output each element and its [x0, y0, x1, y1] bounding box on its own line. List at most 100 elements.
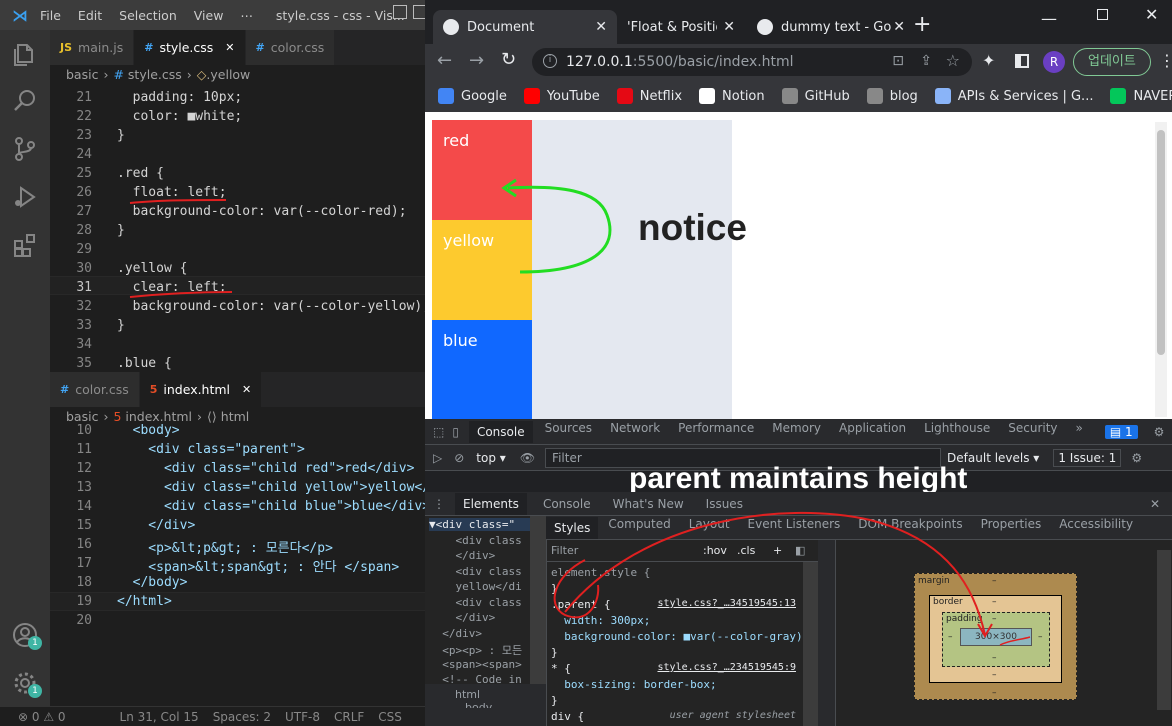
styles-subtab[interactable]: Accessibility [1059, 517, 1133, 539]
close-icon[interactable]: ✕ [242, 383, 251, 396]
extensions-icon[interactable] [12, 232, 38, 258]
bookmark-item[interactable]: GitHub [781, 88, 850, 104]
bookmark-item[interactable]: Netflix [616, 88, 682, 104]
menu-edit[interactable]: Edit [78, 8, 102, 23]
style-rule-line[interactable]: } [551, 694, 558, 707]
styles-filter-input[interactable]: Filter [551, 544, 578, 557]
inspect-icon[interactable]: ⬚ [433, 425, 444, 439]
crumb-body[interactable]: body [465, 701, 492, 708]
devtools-tab[interactable]: Lighthouse [924, 421, 990, 443]
drawer-tab-elements[interactable]: Elements [455, 492, 527, 515]
tab-main-js[interactable]: JS main.js [50, 30, 135, 65]
devtools-settings-icon[interactable]: ⚙ [1154, 425, 1165, 439]
style-rule-line[interactable]: div { [551, 710, 584, 723]
bookmark-item[interactable]: Notion [699, 88, 765, 104]
messages-badge[interactable]: ▤ 1 [1104, 424, 1138, 439]
scrollbar-thumb[interactable] [1157, 130, 1165, 355]
dom-node-line[interactable]: <div class [429, 534, 521, 547]
update-button[interactable]: 업데이트 [1073, 48, 1151, 76]
context-select[interactable]: top ▾ [476, 451, 506, 465]
browser-tab-dummy-text[interactable]: dummy text - Go ✕ [747, 10, 915, 44]
code-area[interactable]: 10 <body> 11 <div class="parent"> 12 <div … [50, 421, 425, 706]
devtools-tab[interactable]: Security [1008, 421, 1057, 443]
language-mode[interactable]: CSS [378, 710, 402, 724]
dom-node-line[interactable]: </div> [429, 627, 482, 640]
hover-state-toggle[interactable]: :hov [703, 544, 727, 557]
elements-tree[interactable]: ▼<div class=" <div class </div> <div cla… [425, 516, 546, 708]
new-tab-button[interactable]: + [913, 12, 931, 37]
crumb-html[interactable]: html [455, 688, 480, 701]
drawer-menu-icon[interactable]: ⋮ [433, 497, 445, 511]
close-tab-icon[interactable]: ✕ [893, 19, 905, 35]
minimize-icon[interactable]: — [1041, 9, 1057, 28]
site-info-icon[interactable]: i [543, 54, 557, 68]
tab-index-html[interactable]: 5 index.html ✕ [139, 372, 263, 407]
translate-icon[interactable]: ⊡ [892, 53, 904, 69]
computed-toggle-icon[interactable]: ◧ [795, 544, 805, 557]
devtools-tab[interactable]: Network [610, 421, 660, 443]
menu-file[interactable]: File [40, 8, 61, 23]
browser-tab-float[interactable]: 'Float & Position' ✕ [617, 10, 745, 44]
reload-icon[interactable]: ↻ [501, 49, 516, 70]
drawer-tab-issues[interactable]: Issues [706, 497, 743, 511]
menu-kebab-icon[interactable]: ⋮ [1159, 51, 1172, 70]
dom-node-line[interactable]: </div> [429, 611, 495, 624]
bookmark-item[interactable]: APIs & Services | G... [934, 88, 1093, 104]
dom-node-line[interactable]: <p><p> : 모든 [429, 642, 522, 658]
encoding[interactable]: UTF-8 [285, 710, 320, 724]
close-tab-icon[interactable]: ✕ [723, 19, 735, 35]
menu-selection[interactable]: Selection [119, 8, 177, 23]
devtools-tab[interactable]: Performance [678, 421, 754, 443]
search-icon[interactable] [12, 88, 38, 114]
line-ending[interactable]: CRLF [334, 710, 364, 724]
styles-subtab[interactable]: Event Listeners [748, 517, 841, 539]
dom-node-line[interactable]: ▼<div class=" [429, 518, 534, 531]
problems-status[interactable]: ⊗ 0 ⚠ 0 [18, 710, 66, 724]
share-icon[interactable]: ⇪ [920, 53, 932, 69]
bookmark-star-icon[interactable]: ☆ [946, 51, 960, 70]
devtools-tab[interactable]: Console [468, 420, 533, 443]
elements-scrollbar[interactable] [530, 516, 546, 684]
styles-pane[interactable]: Filter :hov .cls + ◧ element.style {} .pa… [546, 540, 818, 726]
style-rule-line[interactable]: background-color: ■var(--color-gray); [551, 630, 809, 643]
drawer-tab-whats-new[interactable]: What's New [613, 497, 684, 511]
bookmark-item[interactable]: NAVER [1110, 88, 1172, 104]
clear-console-icon[interactable]: ⊘ [454, 451, 464, 465]
tab-style-css[interactable]: # style.css ✕ [134, 30, 246, 65]
devtools-tab[interactable]: Application [839, 421, 906, 443]
dom-node-line[interactable]: yellow</di [429, 580, 521, 593]
extensions-puzzle-icon[interactable]: ✦ [982, 51, 995, 70]
device-toolbar-icon[interactable]: ▯ [452, 425, 459, 439]
new-rule-icon[interactable]: + [773, 544, 782, 557]
style-rule-line[interactable]: box-sizing: border-box; [551, 678, 716, 691]
menu-more[interactable]: ⋯ [240, 8, 253, 23]
issues-counter[interactable]: 1 Issue: 1 [1053, 448, 1122, 467]
address-bar[interactable]: i 127.0.0.1:5500/basic/index.html ⊡ ⇪ ☆ [532, 48, 972, 76]
layout-icon[interactable] [393, 5, 407, 19]
styles-scrollbar[interactable] [803, 562, 818, 726]
profile-avatar[interactable]: R [1043, 51, 1065, 73]
source-control-icon[interactable] [12, 136, 38, 162]
devtools-tab[interactable]: Sources [545, 421, 592, 443]
forward-icon[interactable]: → [469, 50, 484, 71]
styles-subtab[interactable]: Computed [608, 517, 670, 539]
code-area[interactable]: 21 padding: 10px; 22 color: ■white; 23} 24 2… [50, 88, 425, 372]
drawer-tab-console[interactable]: Console [543, 497, 591, 511]
tab-color-css[interactable]: # color.css [245, 30, 336, 65]
devtools-tab[interactable]: » [1076, 421, 1083, 443]
style-rule-line[interactable]: } [551, 582, 558, 595]
back-icon[interactable]: ← [437, 50, 452, 71]
style-source-link[interactable]: style.css?_…234519545:9 [658, 662, 796, 673]
sidebar-toggle-icon[interactable]: ▷ [433, 451, 442, 465]
drawer-close-icon[interactable]: ✕ [1150, 497, 1160, 511]
page-scrollbar[interactable] [1155, 122, 1167, 417]
style-rule-line[interactable]: * { [551, 662, 571, 675]
breadcrumb-item[interactable]: style.css [128, 67, 182, 82]
side-panel-icon[interactable] [1015, 54, 1029, 68]
bookmark-item[interactable]: Google [438, 88, 507, 104]
dom-node-line[interactable]: </div> [429, 549, 495, 562]
bookmark-item[interactable]: blog [866, 88, 918, 104]
explorer-icon[interactable] [12, 42, 38, 68]
boxmodel-scrollbar[interactable] [1157, 550, 1171, 710]
styles-subtab[interactable]: Properties [981, 517, 1042, 539]
